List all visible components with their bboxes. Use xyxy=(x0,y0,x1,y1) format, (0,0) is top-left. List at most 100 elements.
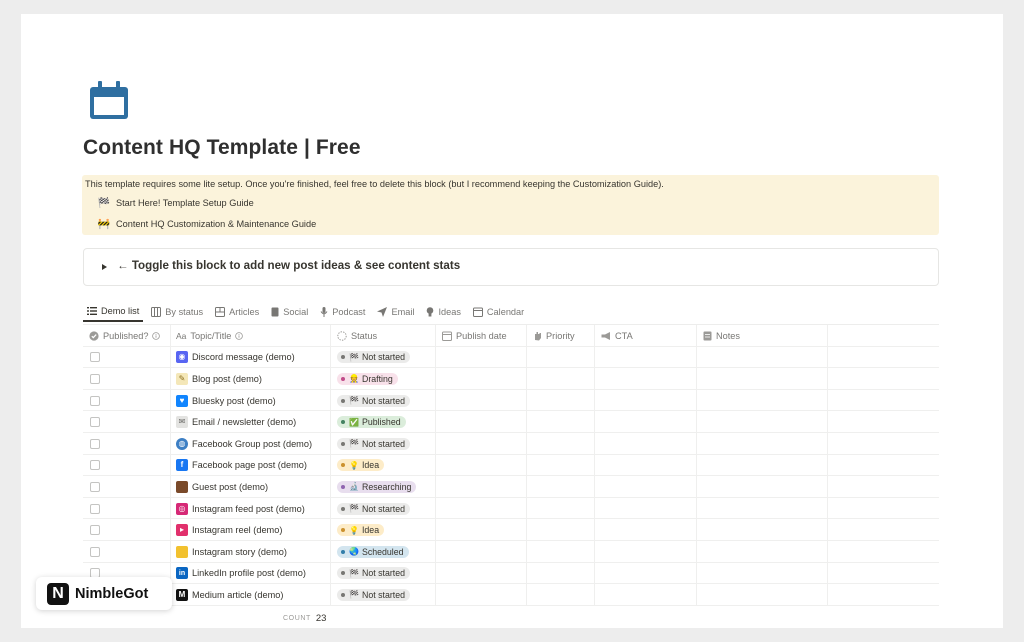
published-checkbox[interactable] xyxy=(90,546,100,557)
published-checkbox[interactable] xyxy=(90,395,100,406)
title-cell[interactable]: f Facebook page post (demo) xyxy=(171,454,331,477)
notes-cell[interactable] xyxy=(697,540,828,563)
table-row[interactable]: ✎ Blog post (demo) 👷 Drafting xyxy=(83,368,939,390)
setup-guide-link[interactable]: 🏁 Start Here! Template Setup Guide xyxy=(98,195,254,211)
status-cell[interactable]: 🏁 Not started xyxy=(331,346,436,369)
cta-cell[interactable] xyxy=(595,497,697,520)
publish-date-cell[interactable] xyxy=(436,411,527,433)
priority-cell[interactable] xyxy=(527,562,595,585)
table-row[interactable]: ♥ Bluesky post (demo) 🏁 Not started xyxy=(83,389,939,412)
status-cell[interactable]: 🌏 Scheduled xyxy=(331,540,436,563)
table-row[interactable]: ▸ Instagram reel (demo) 💡 Idea xyxy=(83,519,939,541)
tab-social[interactable]: Social xyxy=(267,302,312,322)
table-row[interactable]: ✉ Email / newsletter (demo) ✅ Published xyxy=(83,411,939,433)
publish-date-cell[interactable] xyxy=(436,389,527,412)
status-cell[interactable]: 🏁 Not started xyxy=(331,584,436,606)
priority-cell[interactable] xyxy=(527,519,595,541)
table-row[interactable]: Guest post (demo) 🔬 Researching xyxy=(83,476,939,498)
tab-articles[interactable]: Articles xyxy=(211,302,263,322)
cta-cell[interactable] xyxy=(595,454,697,477)
notes-cell[interactable] xyxy=(697,432,828,455)
table-row[interactable]: f Facebook page post (demo) 💡 Idea xyxy=(83,454,939,477)
status-cell[interactable]: 💡 Idea xyxy=(331,519,436,541)
tab-email[interactable]: Email xyxy=(373,302,418,322)
title-cell[interactable]: ▸ Instagram reel (demo) xyxy=(171,519,331,541)
cta-cell[interactable] xyxy=(595,562,697,585)
cta-cell[interactable] xyxy=(595,411,697,433)
title-cell[interactable]: Instagram story (demo) xyxy=(171,540,331,563)
publish-date-cell[interactable] xyxy=(436,432,527,455)
tab-calendar[interactable]: Calendar xyxy=(469,302,528,322)
publish-date-cell[interactable] xyxy=(436,497,527,520)
priority-cell[interactable] xyxy=(527,540,595,563)
publish-date-cell[interactable] xyxy=(436,519,527,541)
tab-ideas[interactable]: Ideas xyxy=(422,302,464,322)
title-cell[interactable]: in LinkedIn profile post (demo) xyxy=(171,562,331,585)
title-cell[interactable]: ◍ Facebook Group post (demo) xyxy=(171,432,331,455)
table-row[interactable]: in LinkedIn profile post (demo) 🏁 Not start… xyxy=(83,562,939,585)
published-checkbox[interactable] xyxy=(90,438,100,449)
table-row[interactable]: ◎ Instagram feed post (demo) 🏁 Not started xyxy=(83,497,939,520)
notes-cell[interactable] xyxy=(697,584,828,606)
priority-cell[interactable] xyxy=(527,368,595,390)
published-checkbox[interactable] xyxy=(90,503,100,514)
title-cell[interactable]: ♥ Bluesky post (demo) xyxy=(171,389,331,412)
column-header-publish-date[interactable]: Publish date xyxy=(436,325,527,347)
cta-cell[interactable] xyxy=(595,346,697,369)
status-cell[interactable]: 👷 Drafting xyxy=(331,368,436,390)
status-cell[interactable]: 🏁 Not started xyxy=(331,562,436,585)
cta-cell[interactable] xyxy=(595,519,697,541)
notes-cell[interactable] xyxy=(697,389,828,412)
cta-cell[interactable] xyxy=(595,476,697,498)
nimblegot-watermark[interactable]: N NimbleGot xyxy=(36,577,172,610)
cta-cell[interactable] xyxy=(595,540,697,563)
notes-cell[interactable] xyxy=(697,476,828,498)
published-checkbox[interactable] xyxy=(90,525,100,536)
published-checkbox[interactable] xyxy=(90,373,100,384)
title-cell[interactable]: M Medium article (demo) xyxy=(171,584,331,606)
priority-cell[interactable] xyxy=(527,497,595,520)
notes-cell[interactable] xyxy=(697,562,828,585)
notes-cell[interactable] xyxy=(697,368,828,390)
priority-cell[interactable] xyxy=(527,346,595,369)
publish-date-cell[interactable] xyxy=(436,346,527,369)
published-checkbox[interactable] xyxy=(90,417,100,428)
notes-cell[interactable] xyxy=(697,411,828,433)
column-header-topic[interactable]: Aa Topic/Title xyxy=(171,325,331,347)
status-cell[interactable]: 🏁 Not started xyxy=(331,432,436,455)
publish-date-cell[interactable] xyxy=(436,584,527,606)
notes-cell[interactable] xyxy=(697,346,828,369)
cta-cell[interactable] xyxy=(595,368,697,390)
publish-date-cell[interactable] xyxy=(436,454,527,477)
table-row[interactable]: ◍ Facebook Group post (demo) 🏁 Not started xyxy=(83,432,939,455)
title-cell[interactable]: ◎ Instagram feed post (demo) xyxy=(171,497,331,520)
customization-guide-link[interactable]: 🚧 Content HQ Customization & Maintenance… xyxy=(98,216,316,232)
column-header-priority[interactable]: Priority xyxy=(527,325,595,347)
published-checkbox[interactable] xyxy=(90,460,100,471)
status-cell[interactable]: ✅ Published xyxy=(331,411,436,433)
priority-cell[interactable] xyxy=(527,432,595,455)
title-cell[interactable]: ✉ Email / newsletter (demo) xyxy=(171,411,331,433)
cta-cell[interactable] xyxy=(595,389,697,412)
table-row[interactable]: M Medium article (demo) 🏁 Not started xyxy=(83,584,939,606)
table-row[interactable]: ◉ Discord message (demo) 🏁 Not started xyxy=(83,346,939,369)
status-cell[interactable]: 🏁 Not started xyxy=(331,389,436,412)
notes-cell[interactable] xyxy=(697,454,828,477)
publish-date-cell[interactable] xyxy=(436,476,527,498)
stats-toggle-block[interactable]: ← Toggle this block to add new post idea… xyxy=(83,248,939,286)
tab-by-status[interactable]: By status xyxy=(147,302,207,322)
cta-cell[interactable] xyxy=(595,584,697,606)
column-header-status[interactable]: Status xyxy=(331,325,436,347)
toggle-caret-icon[interactable] xyxy=(102,264,107,270)
column-header-published[interactable]: Published? xyxy=(83,325,171,347)
notes-cell[interactable] xyxy=(697,519,828,541)
priority-cell[interactable] xyxy=(527,476,595,498)
title-cell[interactable]: ✎ Blog post (demo) xyxy=(171,368,331,390)
table-row[interactable]: Instagram story (demo) 🌏 Scheduled xyxy=(83,540,939,563)
column-header-cta[interactable]: CTA xyxy=(595,325,697,347)
status-cell[interactable]: 🔬 Researching xyxy=(331,476,436,498)
calendar-icon[interactable] xyxy=(88,81,130,121)
priority-cell[interactable] xyxy=(527,389,595,412)
priority-cell[interactable] xyxy=(527,454,595,477)
published-checkbox[interactable] xyxy=(90,352,100,363)
